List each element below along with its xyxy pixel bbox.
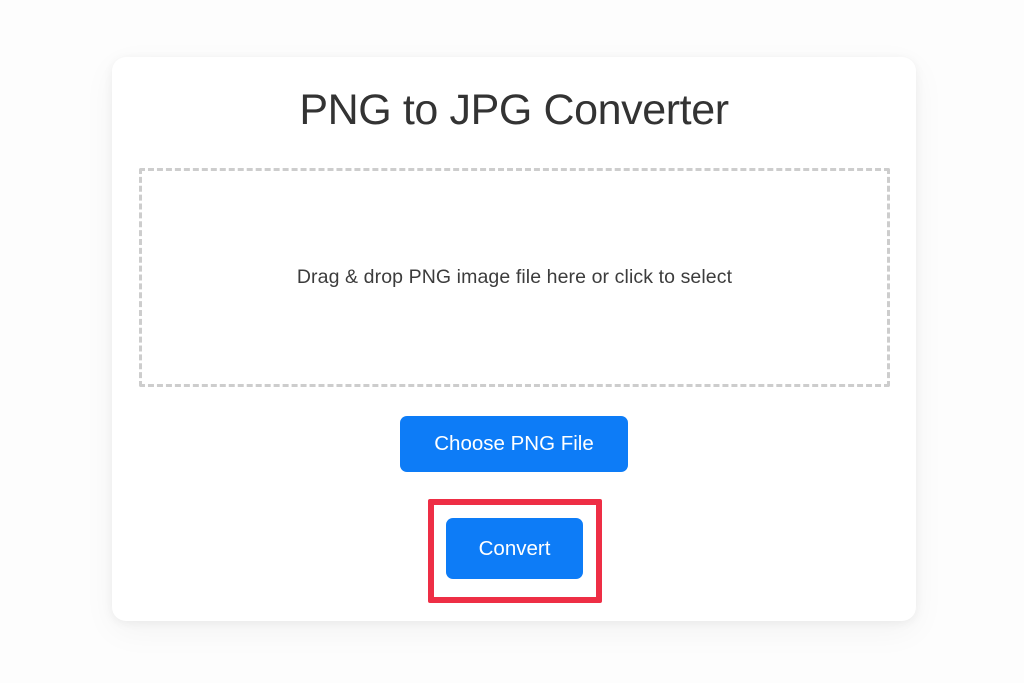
dropzone-label: Drag & drop PNG image file here or click…	[296, 266, 733, 288]
convert-button[interactable]: Convert	[446, 518, 583, 579]
file-dropzone[interactable]: Drag & drop PNG image file here or click…	[139, 168, 890, 387]
converter-card: PNG to JPG Converter Drag & drop PNG ima…	[112, 57, 916, 621]
page-title: PNG to JPG Converter	[299, 86, 729, 134]
choose-png-file-button[interactable]: Choose PNG File	[400, 416, 628, 472]
